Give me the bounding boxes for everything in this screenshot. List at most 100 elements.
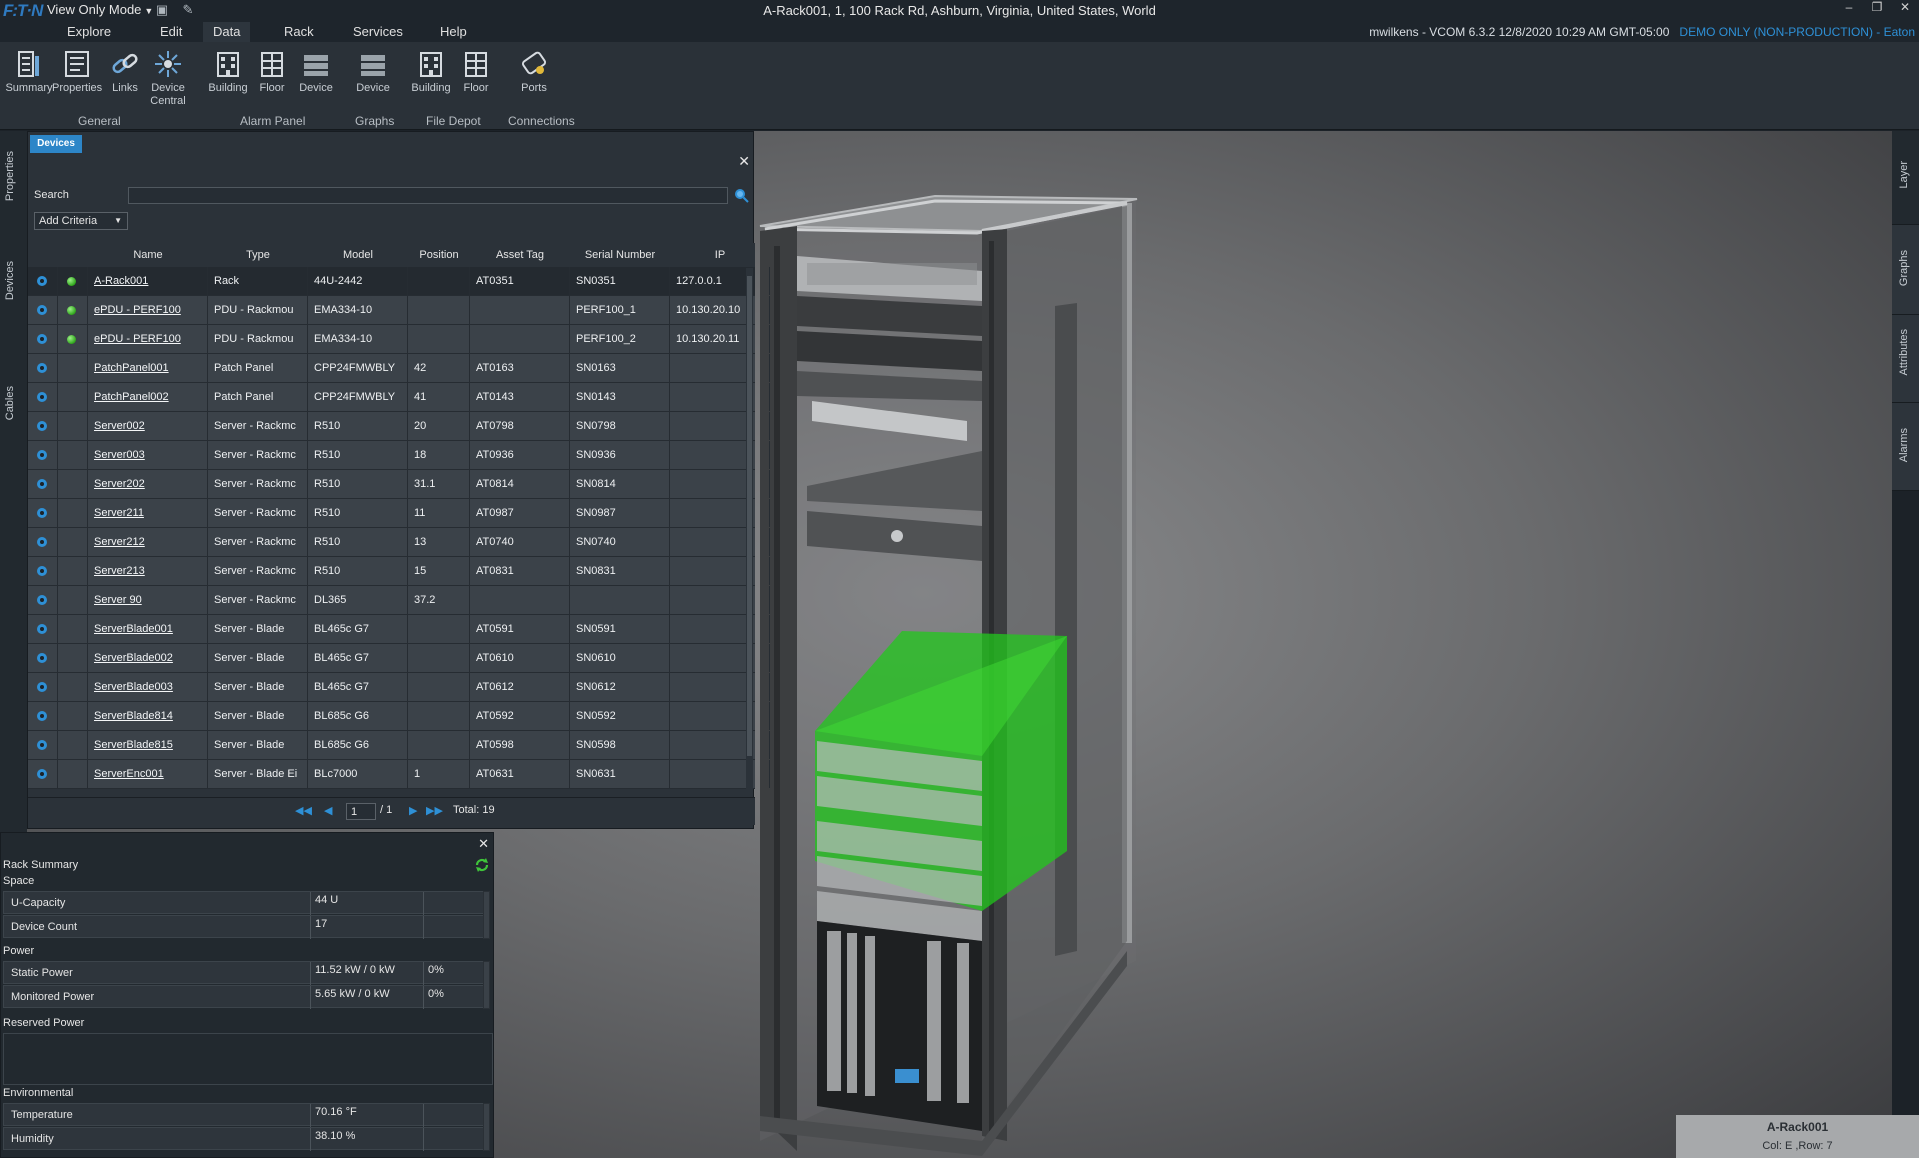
minimize-button[interactable]: – [1835,0,1863,18]
row-status-cell [58,586,88,614]
group-connections: Connections [508,114,575,128]
row-type-icon-cell [28,673,58,701]
row-name[interactable]: ePDU - PERF100 [88,296,208,324]
ports-icon [521,51,547,75]
col-type[interactable]: Type [208,243,308,267]
row-position: 31.1 [408,470,470,498]
summary-button[interactable]: Summary [4,48,54,95]
table-row[interactable]: Server202 Server - Rackmc R510 31.1 AT0814 SN… [28,470,770,499]
close-icon[interactable]: ✕ [738,154,750,168]
col-position[interactable]: Position [408,243,470,267]
row-name[interactable]: ePDU - PERF100 [88,325,208,353]
row-name[interactable]: Server003 [88,441,208,469]
table-row[interactable]: ServerBlade815 Server - Blade BL685c G6 AT0… [28,731,770,760]
humidity-row: Humidity 38.10 % [3,1127,486,1151]
table-row[interactable]: A-Rack001 Rack 44U-2442 AT0351 SN0351 127.0.0… [28,267,770,296]
col-ip[interactable]: IP [670,243,770,267]
menu-help[interactable]: Help [430,22,477,42]
menu-services[interactable]: Services [343,22,413,42]
row-name[interactable]: ServerEnc001 [88,760,208,788]
search-input[interactable] [128,187,728,204]
row-name[interactable]: PatchPanel002 [88,383,208,411]
ports-button[interactable]: Ports [509,48,559,95]
table-row[interactable]: ServerBlade001 Server - Blade BL465c G7 AT0… [28,615,770,644]
environmental-scrollbar[interactable] [483,1103,490,1151]
next-page-icon[interactable]: ▶ [409,804,417,818]
table-row[interactable]: PatchPanel001 Patch Panel CPP24FMWBLY 42 AT0… [28,354,770,383]
alarm-building-button[interactable]: Building [203,48,253,95]
tab-alarms[interactable]: Alarms [1892,403,1919,491]
table-row[interactable]: ServerBlade002 Server - Blade BL465c G7 AT0… [28,644,770,673]
row-serial: SN0740 [570,528,670,556]
alarm-device-button[interactable]: Device [291,48,341,95]
table-row[interactable]: Server 90 Server - Rackmc DL365 37.2 [28,586,770,615]
menu-rack[interactable]: Rack [274,22,324,42]
col-serial-number[interactable]: Serial Number [570,243,670,267]
row-type: Server - Rackmc [208,441,308,469]
restore-button[interactable]: ❐ [1863,0,1891,18]
menu-data[interactable]: Data [203,22,250,42]
scrollbar-thumb[interactable] [747,276,752,756]
close-button[interactable]: ✕ [1891,0,1919,18]
prev-page-icon[interactable]: ◀ [324,804,332,818]
depot-building-button[interactable]: Building [406,48,456,95]
row-name[interactable]: Server211 [88,499,208,527]
row-serial: SN0612 [570,673,670,701]
row-name[interactable]: ServerBlade002 [88,644,208,672]
close-icon[interactable]: ✕ [478,836,489,852]
last-page-icon[interactable]: ▶▶ [426,804,443,818]
menu-edit[interactable]: Edit [150,22,192,42]
device-type-icon [37,537,47,547]
row-name[interactable]: Server212 [88,528,208,556]
depot-floor-button[interactable]: Floor [451,48,501,95]
properties-button[interactable]: Properties [52,48,102,95]
page-input[interactable] [346,803,376,820]
space-scrollbar[interactable] [483,891,490,939]
row-name[interactable]: Server202 [88,470,208,498]
row-name[interactable]: ServerBlade001 [88,615,208,643]
alarm-floor-button[interactable]: Floor [247,48,297,95]
grid-body: A-Rack001 Rack 44U-2442 AT0351 SN0351 127.0.0… [28,267,770,789]
properties-icon [65,51,89,77]
table-row[interactable]: Server211 Server - Rackmc R510 11 AT0987 SN09… [28,499,770,528]
table-row[interactable]: ServerBlade814 Server - Blade BL685c G6 AT0… [28,702,770,731]
tab-attributes[interactable]: Attributes [1892,315,1919,403]
tab-cables[interactable]: Cables [4,386,16,420]
tab-layer[interactable]: Layer [1892,131,1919,225]
row-name[interactable]: ServerBlade814 [88,702,208,730]
table-row[interactable]: Server003 Server - Rackmc R510 18 AT0936 SN09… [28,441,770,470]
row-name[interactable]: A-Rack001 [88,267,208,295]
row-name[interactable]: Server 90 [88,586,208,614]
menu-explore[interactable]: Explore [57,22,121,42]
col-name[interactable]: Name [88,243,208,267]
table-row[interactable]: ServerEnc001 Server - Blade Ei BLc7000 1 AT0… [28,760,770,789]
search-icon[interactable] [733,187,749,203]
tab-graphs[interactable]: Graphs [1892,225,1919,315]
device-icon [304,55,328,76]
tab-devices[interactable]: Devices [4,261,16,300]
row-name[interactable]: Server213 [88,557,208,585]
table-row[interactable]: Server213 Server - Rackmc R510 15 AT0831 SN08… [28,557,770,586]
col-model[interactable]: Model [308,243,408,267]
table-row[interactable]: ePDU - PERF100 PDU - Rackmou EMA334-10 PERF… [28,296,770,325]
row-name[interactable]: Server002 [88,412,208,440]
table-row[interactable]: ePDU - PERF100 PDU - Rackmou EMA334-10 PERF… [28,325,770,354]
row-name[interactable]: ServerBlade003 [88,673,208,701]
table-row[interactable]: Server002 Server - Rackmc R510 20 AT0798 SN07… [28,412,770,441]
first-page-icon[interactable]: ◀◀ [295,804,312,818]
add-criteria-dropdown[interactable]: Add Criteria ▼ [34,212,128,230]
col-asset-tag[interactable]: Asset Tag [470,243,570,267]
table-row[interactable]: ServerBlade003 Server - Blade BL465c G7 AT0… [28,673,770,702]
window-controls: – ❐ ✕ [1835,0,1919,18]
grid-scrollbar[interactable] [746,268,753,798]
tab-properties[interactable]: Properties [4,151,16,201]
power-scrollbar[interactable] [483,961,490,1009]
table-row[interactable]: PatchPanel002 Patch Panel CPP24FMWBLY 41 AT0… [28,383,770,412]
row-name[interactable]: ServerBlade815 [88,731,208,759]
row-name[interactable]: PatchPanel001 [88,354,208,382]
device-central-button[interactable]: Device Central [143,48,193,108]
devices-tab[interactable]: Devices [30,135,82,153]
table-row[interactable]: Server212 Server - Rackmc R510 13 AT0740 SN07… [28,528,770,557]
refresh-icon[interactable] [474,857,490,873]
graphs-device-button[interactable]: Device [348,48,398,95]
